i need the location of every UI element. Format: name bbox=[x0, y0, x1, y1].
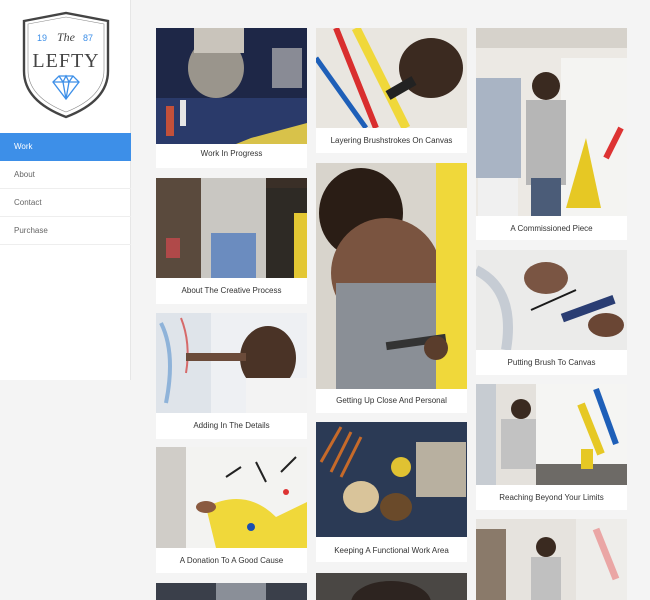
gallery-image[interactable] bbox=[316, 163, 467, 389]
gallery-card-up-close[interactable]: Getting Up Close And Personal bbox=[316, 163, 467, 413]
gallery-caption[interactable]: Work In Progress bbox=[156, 149, 307, 158]
gallery-card-commissioned-piece[interactable]: A Commissioned Piece bbox=[476, 28, 627, 240]
logo-word-the: The bbox=[57, 30, 76, 44]
gallery-card-creative-process[interactable]: About The Creative Process bbox=[156, 178, 307, 304]
gallery-caption[interactable]: Layering Brushstrokes On Canvas bbox=[316, 136, 467, 145]
gallery-card-donation[interactable]: A Donation To A Good Cause bbox=[156, 447, 307, 573]
gallery-caption[interactable]: Adding In The Details bbox=[156, 421, 307, 430]
gallery-image[interactable] bbox=[316, 28, 467, 128]
gallery-caption[interactable]: A Commissioned Piece bbox=[476, 224, 627, 233]
logo-name: LEFTY bbox=[32, 50, 99, 72]
gallery-image[interactable] bbox=[316, 422, 467, 537]
gallery-image[interactable] bbox=[316, 573, 467, 600]
gallery-image[interactable] bbox=[476, 250, 627, 350]
gallery-card-adding-details[interactable]: Adding In The Details bbox=[156, 313, 307, 439]
logo-year-left: 19 bbox=[37, 33, 47, 43]
gallery-caption[interactable]: Reaching Beyond Your Limits bbox=[476, 493, 627, 502]
gallery-image[interactable] bbox=[156, 583, 307, 600]
sidebar: 19 The 87 LEFTY Work About Contact Purch… bbox=[0, 0, 131, 380]
gallery-image[interactable] bbox=[476, 519, 627, 600]
lefty-logo[interactable]: 19 The 87 LEFTY bbox=[20, 11, 112, 121]
logo-year-right: 87 bbox=[83, 33, 93, 43]
gallery-card-brush-to-canvas[interactable]: Putting Brush To Canvas bbox=[476, 250, 627, 375]
gallery-image[interactable] bbox=[476, 28, 627, 216]
gallery-image[interactable] bbox=[156, 313, 307, 413]
gallery-image[interactable] bbox=[156, 178, 307, 278]
gallery-card-layering-brushstrokes[interactable]: Layering Brushstrokes On Canvas bbox=[316, 28, 467, 153]
gallery-card-partial-col1[interactable] bbox=[156, 583, 307, 600]
gallery-caption[interactable]: Keeping A Functional Work Area bbox=[316, 546, 467, 555]
gallery-caption[interactable]: A Donation To A Good Cause bbox=[156, 556, 307, 565]
gallery-caption[interactable]: About The Creative Process bbox=[156, 286, 307, 295]
gallery-caption[interactable]: Putting Brush To Canvas bbox=[476, 358, 627, 367]
gallery-caption[interactable]: Getting Up Close And Personal bbox=[316, 396, 467, 405]
gallery-card-work-in-progress[interactable]: Work In Progress bbox=[156, 28, 307, 168]
gallery-image[interactable] bbox=[156, 28, 307, 144]
gallery-image[interactable] bbox=[476, 384, 627, 485]
main-nav: Work About Contact Purchase bbox=[0, 133, 131, 245]
gallery-card-beyond-limits[interactable]: Reaching Beyond Your Limits bbox=[476, 384, 627, 510]
nav-item-about[interactable]: About bbox=[0, 161, 131, 189]
gallery-image[interactable] bbox=[156, 447, 307, 548]
nav-item-contact[interactable]: Contact bbox=[0, 189, 131, 217]
gallery-card-partial-col3[interactable] bbox=[476, 519, 627, 600]
nav-item-work[interactable]: Work bbox=[0, 133, 131, 161]
gallery-card-functional-work-area[interactable]: Keeping A Functional Work Area bbox=[316, 422, 467, 562]
gallery-card-partial-col2[interactable] bbox=[316, 573, 467, 600]
nav-item-purchase[interactable]: Purchase bbox=[0, 217, 131, 245]
